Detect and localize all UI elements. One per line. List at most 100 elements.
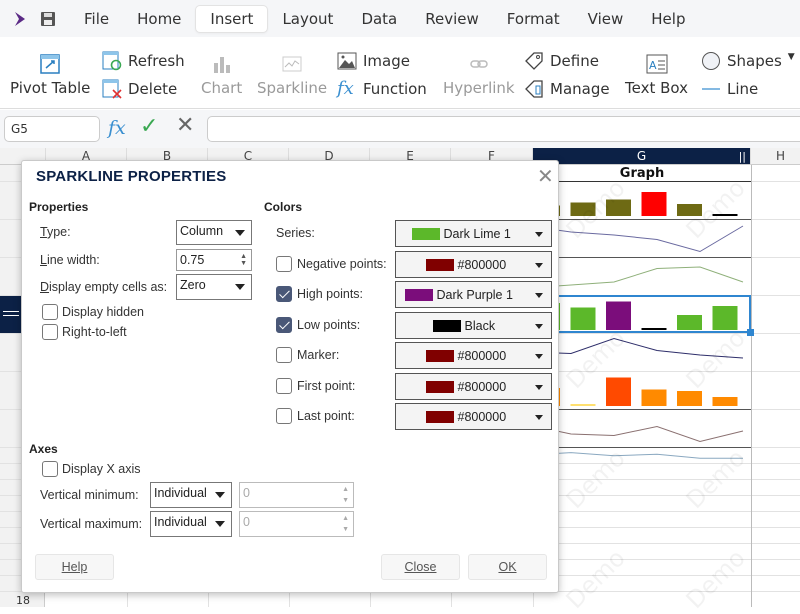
color-value: Black	[464, 318, 496, 333]
refresh-icon	[102, 51, 122, 71]
refresh-button[interactable]: Refresh	[102, 51, 185, 71]
chevron-down-icon	[535, 293, 543, 298]
manage-names-button[interactable]: Manage	[524, 79, 610, 99]
accept-check-icon[interactable]: ✓	[140, 114, 158, 139]
spin-up-icon[interactable]: ▲	[342, 515, 349, 522]
column-header-g[interactable]: G ||	[533, 148, 751, 165]
menu-file[interactable]: File	[70, 6, 123, 32]
menu-view[interactable]: View	[574, 6, 638, 32]
formula-input[interactable]	[207, 116, 800, 142]
function-button[interactable]: fx Function	[337, 79, 427, 99]
empty-cells-select[interactable]: Zero	[176, 274, 252, 300]
display-hidden-checkbox[interactable]	[42, 304, 58, 320]
sparkline-column	[570, 307, 596, 330]
last-point-checkbox[interactable]	[276, 408, 292, 424]
spin-down-icon[interactable]: ▼	[342, 497, 349, 504]
hyperlink-button[interactable]: Hyperlink	[443, 53, 515, 97]
image-button[interactable]: Image	[337, 51, 410, 71]
column-g-label: G	[636, 149, 647, 163]
text-box-button[interactable]: A Text Box	[625, 53, 688, 97]
delete-button[interactable]: Delete	[102, 79, 177, 99]
column-resize-handle[interactable]: ||	[739, 148, 746, 165]
vertical-maximum-spinner[interactable]: 0 ▲ ▼	[239, 511, 354, 537]
high-points-checkbox[interactable]	[276, 286, 292, 302]
line-label: Line	[727, 80, 759, 98]
save-icon[interactable]	[40, 11, 56, 27]
row-header-18[interactable]: 18	[16, 594, 30, 607]
right-to-left-checkbox[interactable]	[42, 324, 58, 340]
shapes-dropdown-icon[interactable]: ▼	[788, 52, 795, 62]
vertical-minimum-spinner[interactable]: 0 ▲ ▼	[239, 482, 354, 508]
display-x-axis-checkbox[interactable]	[42, 461, 58, 477]
series-color-dropdown[interactable]: Dark Lime 1	[395, 220, 552, 247]
close-button[interactable]: Close	[381, 554, 460, 580]
first-point-checkbox[interactable]	[276, 377, 292, 394]
sparkline-column	[641, 192, 667, 216]
sparkline-column	[570, 404, 596, 406]
vmin-mode-value: Individual	[154, 486, 207, 500]
line-shape-icon	[702, 88, 720, 90]
pivot-table-button[interactable]: Pivot Table	[10, 53, 90, 97]
watermark: Demo	[560, 543, 631, 614]
spin-down-icon[interactable]: ▼	[240, 260, 247, 267]
marker-checkbox[interactable]	[276, 347, 292, 363]
vertical-maximum-mode-select[interactable]: Individual	[150, 511, 232, 537]
cancel-x-icon[interactable]: ✕	[176, 113, 194, 138]
manage-label: Manage	[550, 80, 610, 98]
empty-cells-value: Zero	[180, 278, 206, 292]
pivot-table-label: Pivot Table	[10, 79, 91, 97]
marker-label: Marker:	[297, 348, 340, 362]
color-value: Dark Purple 1	[436, 288, 513, 302]
chart-button[interactable]: Chart	[201, 53, 242, 97]
vertical-minimum-label: Vertical minimum:	[40, 488, 139, 502]
column-header-h[interactable]: H	[751, 148, 800, 165]
help-label: Help	[61, 560, 88, 574]
sparkline-line	[533, 425, 744, 443]
properties-heading: Properties	[29, 200, 89, 214]
spin-up-icon[interactable]: ▲	[240, 253, 247, 260]
type-select[interactable]: Column	[176, 220, 252, 245]
axes-heading: Axes	[29, 442, 58, 456]
type-value: Column	[180, 224, 224, 238]
spin-down-icon[interactable]: ▼	[342, 526, 349, 533]
shapes-button[interactable]: Shapes ▼	[701, 51, 795, 71]
menu-insert[interactable]: Insert	[195, 4, 269, 33]
sparkline-column	[606, 301, 631, 330]
low-points-checkbox[interactable]	[276, 316, 292, 333]
menu-review[interactable]: Review	[411, 6, 493, 32]
line-button[interactable]: Line	[701, 79, 758, 99]
shapes-label: Shapes	[727, 52, 782, 70]
color-swatch	[425, 350, 454, 362]
close-label: Close	[404, 560, 437, 574]
vertical-minimum-mode-select[interactable]: Individual	[150, 482, 232, 508]
vmax-mode-value: Individual	[154, 515, 207, 529]
negative-points-checkbox[interactable]	[276, 255, 292, 272]
menu-home[interactable]: Home	[123, 6, 195, 32]
spin-up-icon[interactable]: ▲	[342, 486, 349, 493]
menu-format[interactable]: Format	[493, 6, 574, 32]
line-width-spinner[interactable]: 0.75 ▲ ▼	[176, 249, 252, 271]
ok-button[interactable]: OK	[468, 554, 547, 580]
graph-column-header-cell[interactable]: Graph	[533, 166, 751, 182]
marker-color-dropdown[interactable]: #800000	[395, 342, 552, 369]
help-button[interactable]: Help	[35, 554, 114, 580]
sparkline-button[interactable]: Sparkline	[257, 53, 327, 97]
chevron-down-icon	[535, 354, 543, 359]
ok-label: OK	[498, 560, 517, 574]
menu-help[interactable]: Help	[637, 6, 699, 32]
circle-shape-icon	[702, 52, 720, 70]
negative-points-color-dropdown[interactable]: #800000	[395, 250, 552, 278]
display-hidden-label: Display hidden	[62, 305, 144, 319]
low-points-color-dropdown[interactable]: Black	[395, 311, 552, 339]
name-box[interactable]: G5	[4, 116, 100, 142]
color-swatch	[425, 380, 454, 393]
dialog-close-icon[interactable]: ✕	[537, 166, 554, 186]
high-points-color-dropdown[interactable]: Dark Purple 1	[395, 281, 552, 308]
menu-layout[interactable]: Layout	[268, 6, 347, 32]
define-name-button[interactable]: Define	[524, 51, 599, 71]
high-points-label: High points:	[297, 287, 364, 301]
first-point-color-dropdown[interactable]: #800000	[395, 372, 552, 400]
menu-data[interactable]: Data	[347, 6, 411, 32]
function-wizard-icon[interactable]: fx	[108, 117, 126, 139]
last-point-color-dropdown[interactable]: #800000	[395, 403, 552, 430]
